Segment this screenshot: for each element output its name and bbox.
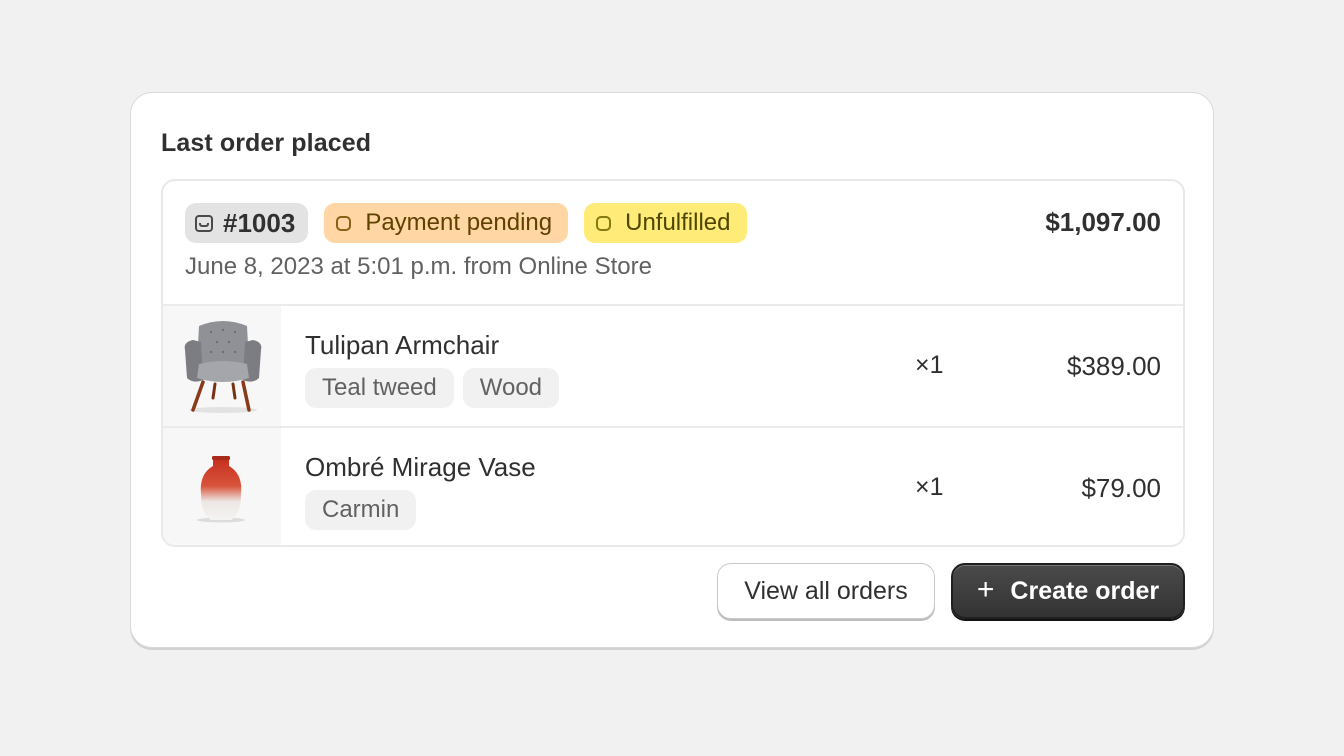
inbox-icon bbox=[195, 214, 213, 232]
variant-tag: Wood bbox=[462, 368, 560, 408]
order-meta: June 8, 2023 at 5:01 p.m. from Online St… bbox=[185, 253, 652, 280]
item-price: $79.00 bbox=[1081, 473, 1161, 503]
order-summary: #1003 Payment pending Unfulfilled $1,097… bbox=[161, 179, 1185, 547]
order-badges: #1003 Payment pending Unfulfilled bbox=[185, 203, 763, 243]
order-total: $1,097.00 bbox=[1045, 207, 1161, 237]
pending-status-icon bbox=[336, 215, 352, 231]
variant-tag: Teal tweed bbox=[305, 368, 454, 408]
plus-icon: + bbox=[976, 572, 995, 606]
unfulfilled-status-icon bbox=[596, 215, 612, 231]
view-all-orders-label: View all orders bbox=[744, 576, 908, 605]
payment-status-badge: Payment pending bbox=[324, 203, 569, 243]
item-price: $389.00 bbox=[1067, 351, 1161, 381]
card-title: Last order placed bbox=[161, 129, 372, 157]
item-variant-tags: Carmin bbox=[305, 490, 425, 530]
create-order-button[interactable]: + Create order bbox=[951, 563, 1185, 619]
armchair-image bbox=[163, 306, 281, 426]
item-quantity: ×1 bbox=[915, 351, 944, 379]
last-order-card: Last order placed #1003 Payment pending … bbox=[130, 92, 1214, 648]
line-item[interactable]: Tulipan Armchair Teal tweed Wood ×1 $389… bbox=[163, 306, 1183, 426]
order-number-badge[interactable]: #1003 bbox=[185, 203, 309, 243]
line-item[interactable]: Ombré Mirage Vase Carmin ×1 $79.00 bbox=[163, 426, 1183, 545]
view-all-orders-button[interactable]: View all orders bbox=[717, 563, 935, 619]
item-name[interactable]: Tulipan Armchair bbox=[305, 330, 499, 361]
fulfillment-status-badge: Unfulfilled bbox=[584, 203, 747, 243]
create-order-label: Create order bbox=[1010, 576, 1160, 605]
item-name[interactable]: Ombré Mirage Vase bbox=[305, 452, 536, 483]
variant-tag: Carmin bbox=[305, 490, 417, 530]
payment-status-label: Payment pending bbox=[365, 209, 553, 236]
vase-image bbox=[163, 428, 281, 545]
item-variant-tags: Teal tweed Wood bbox=[305, 368, 568, 408]
fulfillment-status-label: Unfulfilled bbox=[625, 209, 731, 236]
order-number: #1003 bbox=[223, 207, 296, 238]
item-quantity: ×1 bbox=[915, 473, 944, 501]
order-header: #1003 Payment pending Unfulfilled $1,097… bbox=[163, 181, 1183, 306]
